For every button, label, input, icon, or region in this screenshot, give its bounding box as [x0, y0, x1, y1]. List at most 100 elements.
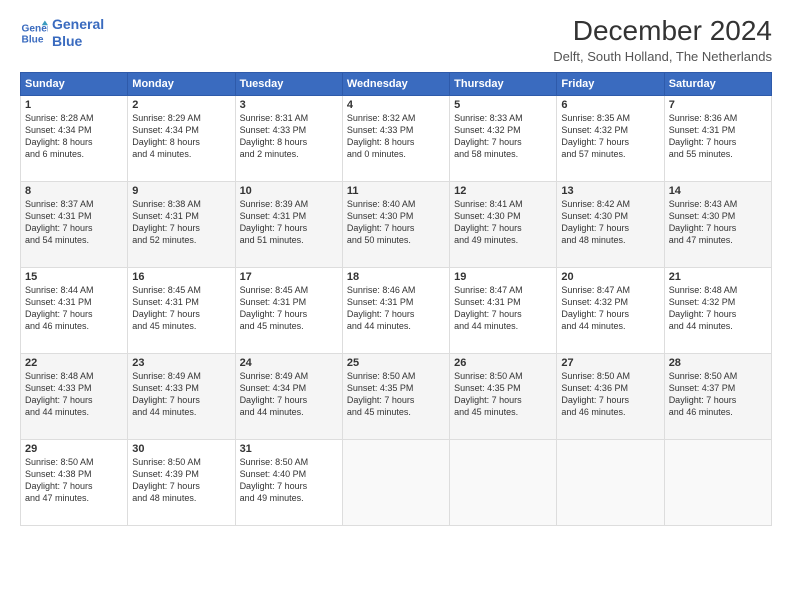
cell-info: Sunrise: 8:40 AMSunset: 4:30 PMDaylight:… — [347, 199, 416, 245]
calendar-cell: 8 Sunrise: 8:37 AMSunset: 4:31 PMDaylight… — [21, 181, 128, 267]
calendar-header-saturday: Saturday — [664, 72, 771, 95]
day-number: 3 — [240, 99, 338, 111]
calendar-table: SundayMondayTuesdayWednesdayThursdayFrid… — [20, 72, 772, 526]
calendar-cell: 15 Sunrise: 8:44 AMSunset: 4:31 PMDayligh… — [21, 267, 128, 353]
cell-info: Sunrise: 8:50 AMSunset: 4:39 PMDaylight:… — [132, 457, 201, 503]
calendar-cell: 19Sunrise: 8:47 AMSunset: 4:31 PMDayligh… — [450, 267, 557, 353]
cell-info: Sunrise: 8:49 AMSunset: 4:33 PMDaylight:… — [132, 371, 201, 417]
calendar-cell: 24 Sunrise: 8:49 AMSunset: 4:34 PMDayligh… — [235, 353, 342, 439]
cell-info: Sunrise: 8:48 AMSunset: 4:32 PMDaylight:… — [669, 285, 738, 331]
calendar-cell: 17 Sunrise: 8:45 AMSunset: 4:31 PMDayligh… — [235, 267, 342, 353]
calendar-cell: 7 Sunrise: 8:36 AMSunset: 4:31 PMDaylight… — [664, 95, 771, 181]
calendar-week-2: 8 Sunrise: 8:37 AMSunset: 4:31 PMDaylight… — [21, 181, 772, 267]
calendar-cell: 25Sunrise: 8:50 AMSunset: 4:35 PMDayligh… — [342, 353, 449, 439]
day-number: 28 — [669, 357, 767, 369]
calendar-header-thursday: Thursday — [450, 72, 557, 95]
calendar-cell: 6 Sunrise: 8:35 AMSunset: 4:32 PMDaylight… — [557, 95, 664, 181]
day-number: 31 — [240, 443, 338, 455]
day-number: 6 — [561, 99, 659, 111]
calendar-cell — [557, 439, 664, 525]
logo: General Blue General Blue — [20, 16, 104, 50]
cell-info: Sunrise: 8:31 AMSunset: 4:33 PMDaylight:… — [240, 113, 309, 159]
calendar-cell: 21 Sunrise: 8:48 AMSunset: 4:32 PMDayligh… — [664, 267, 771, 353]
logo-icon: General Blue — [20, 19, 48, 47]
day-number: 9 — [132, 185, 230, 197]
cell-info: Sunrise: 8:49 AMSunset: 4:34 PMDaylight:… — [240, 371, 309, 417]
calendar-cell: 18 Sunrise: 8:46 AMSunset: 4:31 PMDayligh… — [342, 267, 449, 353]
calendar-cell: 29 Sunrise: 8:50 AMSunset: 4:38 PMDayligh… — [21, 439, 128, 525]
day-number: 7 — [669, 99, 767, 111]
day-number: 17 — [240, 271, 338, 283]
calendar-header-tuesday: Tuesday — [235, 72, 342, 95]
calendar-cell: 23Sunrise: 8:49 AMSunset: 4:33 PMDayligh… — [128, 353, 235, 439]
cell-info: Sunrise: 8:42 AMSunset: 4:30 PMDaylight:… — [561, 199, 630, 245]
cell-info: Sunrise: 8:36 AMSunset: 4:31 PMDaylight:… — [669, 113, 738, 159]
calendar-header-friday: Friday — [557, 72, 664, 95]
calendar-cell: 11Sunrise: 8:40 AMSunset: 4:30 PMDayligh… — [342, 181, 449, 267]
calendar-week-3: 15 Sunrise: 8:44 AMSunset: 4:31 PMDayligh… — [21, 267, 772, 353]
cell-info: Sunrise: 8:39 AMSunset: 4:31 PMDaylight:… — [240, 199, 309, 245]
calendar-cell: 5Sunrise: 8:33 AMSunset: 4:32 PMDaylight… — [450, 95, 557, 181]
calendar-week-1: 1 Sunrise: 8:28 AMSunset: 4:34 PMDaylight… — [21, 95, 772, 181]
day-number: 22 — [25, 357, 123, 369]
day-number: 14 — [669, 185, 767, 197]
calendar-cell: 20Sunrise: 8:47 AMSunset: 4:32 PMDayligh… — [557, 267, 664, 353]
cell-info: Sunrise: 8:50 AMSunset: 4:35 PMDaylight:… — [347, 371, 416, 417]
main-title: December 2024 — [553, 16, 772, 47]
day-number: 24 — [240, 357, 338, 369]
day-number: 18 — [347, 271, 445, 283]
logo-text: General Blue — [52, 16, 104, 50]
day-number: 13 — [561, 185, 659, 197]
day-number: 2 — [132, 99, 230, 111]
calendar-cell: 1 Sunrise: 8:28 AMSunset: 4:34 PMDaylight… — [21, 95, 128, 181]
calendar-cell: 12 Sunrise: 8:41 AMSunset: 4:30 PMDayligh… — [450, 181, 557, 267]
calendar-cell: 26Sunrise: 8:50 AMSunset: 4:35 PMDayligh… — [450, 353, 557, 439]
cell-info: Sunrise: 8:35 AMSunset: 4:32 PMDaylight:… — [561, 113, 630, 159]
day-number: 12 — [454, 185, 552, 197]
calendar-cell: 13 Sunrise: 8:42 AMSunset: 4:30 PMDayligh… — [557, 181, 664, 267]
subtitle: Delft, South Holland, The Netherlands — [553, 49, 772, 64]
day-number: 21 — [669, 271, 767, 283]
cell-info: Sunrise: 8:48 AMSunset: 4:33 PMDaylight:… — [25, 371, 94, 417]
cell-info: Sunrise: 8:50 AMSunset: 4:36 PMDaylight:… — [561, 371, 630, 417]
day-number: 1 — [25, 99, 123, 111]
cell-info: Sunrise: 8:37 AMSunset: 4:31 PMDaylight:… — [25, 199, 94, 245]
cell-info: Sunrise: 8:33 AMSunset: 4:32 PMDaylight:… — [454, 113, 523, 159]
title-block: December 2024 Delft, South Holland, The … — [553, 16, 772, 64]
day-number: 15 — [25, 271, 123, 283]
cell-info: Sunrise: 8:44 AMSunset: 4:31 PMDaylight:… — [25, 285, 94, 331]
calendar-header-monday: Monday — [128, 72, 235, 95]
calendar-header-row: SundayMondayTuesdayWednesdayThursdayFrid… — [21, 72, 772, 95]
calendar-cell: 14Sunrise: 8:43 AMSunset: 4:30 PMDayligh… — [664, 181, 771, 267]
day-number: 26 — [454, 357, 552, 369]
calendar-cell: 3 Sunrise: 8:31 AMSunset: 4:33 PMDaylight… — [235, 95, 342, 181]
calendar-cell: 27 Sunrise: 8:50 AMSunset: 4:36 PMDayligh… — [557, 353, 664, 439]
cell-info: Sunrise: 8:50 AMSunset: 4:38 PMDaylight:… — [25, 457, 94, 503]
calendar-cell: 31Sunrise: 8:50 AMSunset: 4:40 PMDayligh… — [235, 439, 342, 525]
page: General Blue General Blue December 2024 … — [0, 0, 792, 612]
calendar-cell: 10Sunrise: 8:39 AMSunset: 4:31 PMDayligh… — [235, 181, 342, 267]
cell-info: Sunrise: 8:47 AMSunset: 4:31 PMDaylight:… — [454, 285, 523, 331]
calendar-cell — [450, 439, 557, 525]
calendar-cell: 9Sunrise: 8:38 AMSunset: 4:31 PMDaylight… — [128, 181, 235, 267]
cell-info: Sunrise: 8:45 AMSunset: 4:31 PMDaylight:… — [240, 285, 309, 331]
calendar-week-4: 22 Sunrise: 8:48 AMSunset: 4:33 PMDayligh… — [21, 353, 772, 439]
day-number: 4 — [347, 99, 445, 111]
calendar-header-sunday: Sunday — [21, 72, 128, 95]
day-number: 29 — [25, 443, 123, 455]
svg-text:Blue: Blue — [22, 34, 44, 45]
cell-info: Sunrise: 8:28 AMSunset: 4:34 PMDaylight:… — [25, 113, 94, 159]
calendar-cell: 16Sunrise: 8:45 AMSunset: 4:31 PMDayligh… — [128, 267, 235, 353]
cell-info: Sunrise: 8:29 AMSunset: 4:34 PMDaylight:… — [132, 113, 201, 159]
cell-info: Sunrise: 8:45 AMSunset: 4:31 PMDaylight:… — [132, 285, 201, 331]
calendar-cell: 30Sunrise: 8:50 AMSunset: 4:39 PMDayligh… — [128, 439, 235, 525]
cell-info: Sunrise: 8:46 AMSunset: 4:31 PMDaylight:… — [347, 285, 416, 331]
day-number: 20 — [561, 271, 659, 283]
calendar-cell: 4 Sunrise: 8:32 AMSunset: 4:33 PMDaylight… — [342, 95, 449, 181]
day-number: 27 — [561, 357, 659, 369]
day-number: 8 — [25, 185, 123, 197]
cell-info: Sunrise: 8:32 AMSunset: 4:33 PMDaylight:… — [347, 113, 416, 159]
calendar-cell: 2 Sunrise: 8:29 AMSunset: 4:34 PMDaylight… — [128, 95, 235, 181]
logo-line1: General — [52, 16, 104, 33]
cell-info: Sunrise: 8:41 AMSunset: 4:30 PMDaylight:… — [454, 199, 523, 245]
